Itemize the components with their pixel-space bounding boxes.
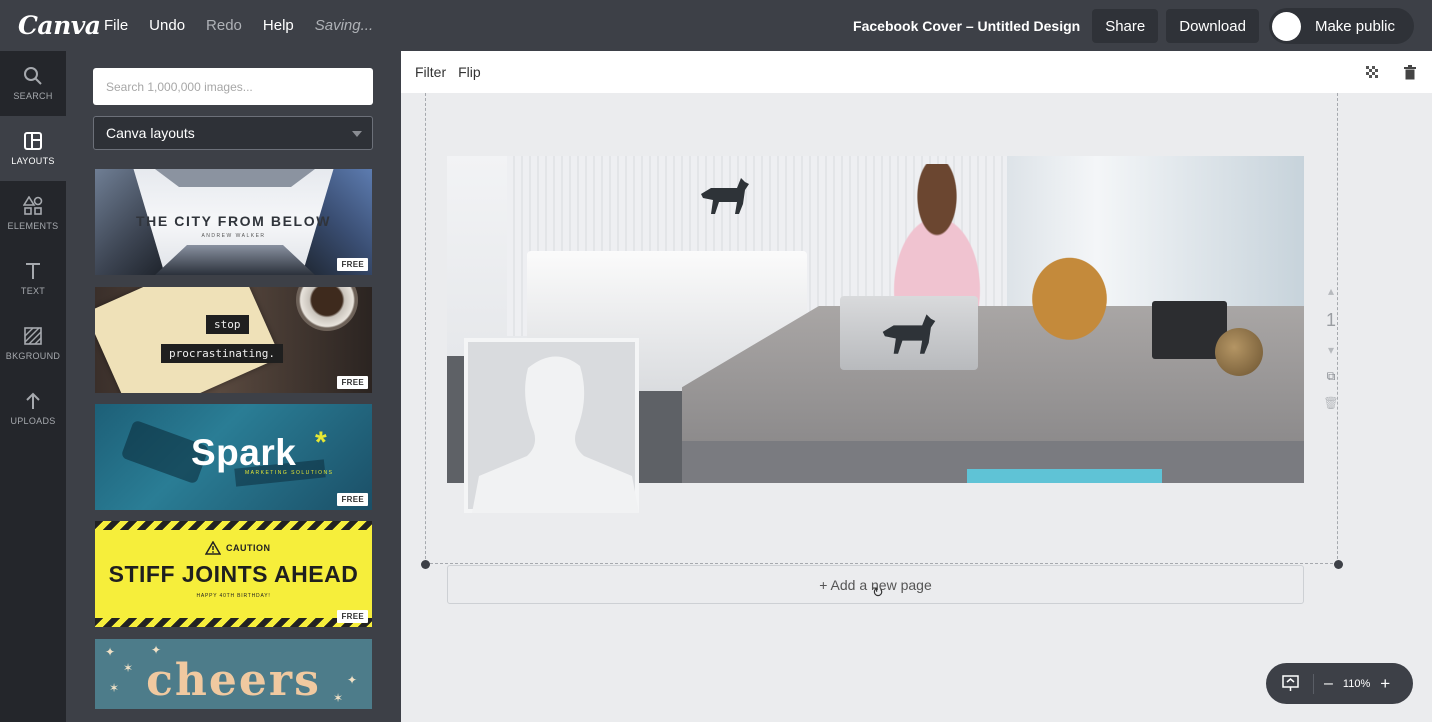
warning-icon — [205, 541, 221, 555]
dog-silhouette-icon — [882, 314, 936, 354]
elements-icon — [23, 196, 43, 215]
main-menu: File Undo Redo Help Saving... — [104, 17, 394, 34]
top-actions: Facebook Cover – Untitled Design Share D… — [853, 8, 1414, 44]
template-subtitle: ANDREW WALKER — [201, 233, 266, 239]
top-bar: Canva File Undo Redo Help Saving... Face… — [0, 0, 1432, 51]
profile-silhouette-icon — [472, 356, 639, 513]
rail-item-text[interactable]: TEXT — [0, 246, 66, 311]
template-image — [155, 169, 315, 187]
rail-item-search[interactable]: SEARCH — [0, 51, 66, 116]
canva-logo[interactable]: Canva — [18, 11, 101, 40]
free-badge: FREE — [337, 610, 368, 623]
caution-label: CAUTION — [205, 541, 271, 555]
template-title: THE CITY FROM BELOW — [135, 213, 332, 229]
zoom-divider — [1313, 673, 1314, 694]
template-stiff-joints[interactable]: CAUTION STIFF JOINTS AHEAD HAPPY 40TH BI… — [95, 521, 372, 627]
template-cheers[interactable]: ✦ ✶ ✦ ✶ ✦ ✶ cheers — [95, 639, 372, 709]
move-down-icon[interactable]: ▾ — [1322, 343, 1340, 357]
photo-accent — [967, 469, 1162, 483]
rail-label-uploads: UPLOADS — [10, 416, 56, 426]
menu-help[interactable]: Help — [263, 17, 294, 34]
layouts-panel: Canva layouts THE CITY FROM BELOW ANDREW… — [66, 51, 401, 722]
photo-dog — [1022, 256, 1117, 351]
template-subtitle: HAPPY 40TH BIRTHDAY! — [196, 593, 271, 599]
rail-item-uploads[interactable]: UPLOADS — [0, 376, 66, 441]
rail-label-text: TEXT — [20, 286, 46, 296]
text-icon — [26, 263, 40, 279]
rail-label-layouts: LAYOUTS — [11, 156, 55, 166]
caution-text: CAUTION — [226, 543, 271, 553]
chevron-down-icon — [352, 131, 362, 137]
free-badge: FREE — [337, 376, 368, 389]
template-title: Spark — [191, 432, 297, 473]
template-title: stop — [206, 315, 249, 334]
rail-item-layouts[interactable]: LAYOUTS — [0, 116, 66, 181]
filter-button[interactable]: Filter — [415, 64, 446, 80]
photo-laptop — [840, 296, 978, 370]
rail-label-elements: ELEMENTS — [7, 221, 59, 231]
download-button[interactable]: Download — [1166, 9, 1259, 43]
dog-silhouette-icon — [701, 178, 749, 214]
zoom-controls: – 110% + — [1266, 663, 1413, 704]
photo-vase — [1215, 328, 1263, 376]
template-title: STIFF JOINTS AHEAD — [108, 561, 359, 587]
resize-handle[interactable] — [1334, 560, 1343, 569]
image-search-input[interactable] — [93, 68, 373, 105]
asterisk-mark: * — [315, 426, 327, 459]
menu-file[interactable]: File — [104, 17, 128, 34]
template-spark[interactable]: Spark * MARKETING SOLUTIONS FREE — [95, 404, 372, 510]
document-title[interactable]: Facebook Cover – Untitled Design — [853, 18, 1080, 34]
transparency-icon[interactable] — [1364, 64, 1380, 80]
toggle-knob — [1271, 11, 1301, 41]
background-icon — [24, 327, 42, 345]
template-title: cheers — [146, 655, 321, 706]
rail-item-background[interactable]: BKGROUND — [0, 311, 66, 376]
profile-picture-placeholder[interactable] — [464, 338, 639, 513]
template-stop-procrastinating[interactable]: stop procrastinating. FREE — [95, 287, 372, 393]
rail-label-search: SEARCH — [13, 91, 53, 101]
flip-button[interactable]: Flip — [458, 64, 481, 80]
trash-icon[interactable] — [1402, 64, 1418, 80]
editor-toolbar: Filter Flip — [401, 51, 1432, 93]
free-badge: FREE — [337, 258, 368, 271]
upload-icon — [26, 392, 40, 409]
menu-undo[interactable]: Undo — [149, 17, 185, 34]
search-icon — [24, 67, 42, 85]
move-up-icon[interactable]: ▴ — [1322, 284, 1340, 298]
delete-page-icon[interactable]: 🗑 — [1322, 396, 1340, 410]
template-image — [95, 287, 281, 393]
hazard-stripe — [95, 521, 372, 530]
make-public-toggle[interactable]: Make public — [1268, 8, 1414, 44]
layouts-dropdown[interactable]: Canva layouts — [93, 116, 373, 150]
save-status: Saving... — [314, 17, 374, 34]
present-icon[interactable] — [1282, 675, 1299, 692]
rail-item-elements[interactable]: ELEMENTS — [0, 181, 66, 246]
zoom-level: 110% — [1342, 677, 1371, 690]
free-badge: FREE — [337, 493, 368, 506]
page-side-tools: ▴ 1 ▾ ⧉ 🗑 — [1322, 284, 1340, 422]
zoom-out-button[interactable]: – — [1324, 675, 1333, 693]
resize-handle[interactable] — [421, 560, 430, 569]
page-number: 1 — [1325, 310, 1336, 330]
duplicate-page-icon[interactable]: ⧉ — [1322, 369, 1340, 384]
menu-redo[interactable]: Redo — [206, 17, 242, 34]
share-button[interactable]: Share — [1092, 9, 1159, 43]
layouts-dropdown-value: Canva layouts — [106, 125, 195, 141]
template-subtitle: MARKETING SOLUTIONS — [245, 470, 334, 476]
sidebar-rail: SEARCH LAYOUTS ELEMENTS TEXT BKGROUND UP… — [0, 51, 66, 722]
template-image — [155, 245, 315, 275]
rotate-handle-icon[interactable]: ↻ — [872, 584, 884, 601]
coffee-cup-image — [296, 287, 358, 331]
rail-label-background: BKGROUND — [5, 351, 61, 361]
make-public-label: Make public — [1314, 17, 1395, 35]
hazard-stripe — [95, 618, 372, 627]
zoom-in-button[interactable]: + — [1380, 674, 1390, 694]
layouts-icon — [24, 132, 42, 150]
template-subtitle: procrastinating. — [161, 344, 283, 363]
template-city-from-below[interactable]: THE CITY FROM BELOW ANDREW WALKER FREE — [95, 169, 372, 275]
